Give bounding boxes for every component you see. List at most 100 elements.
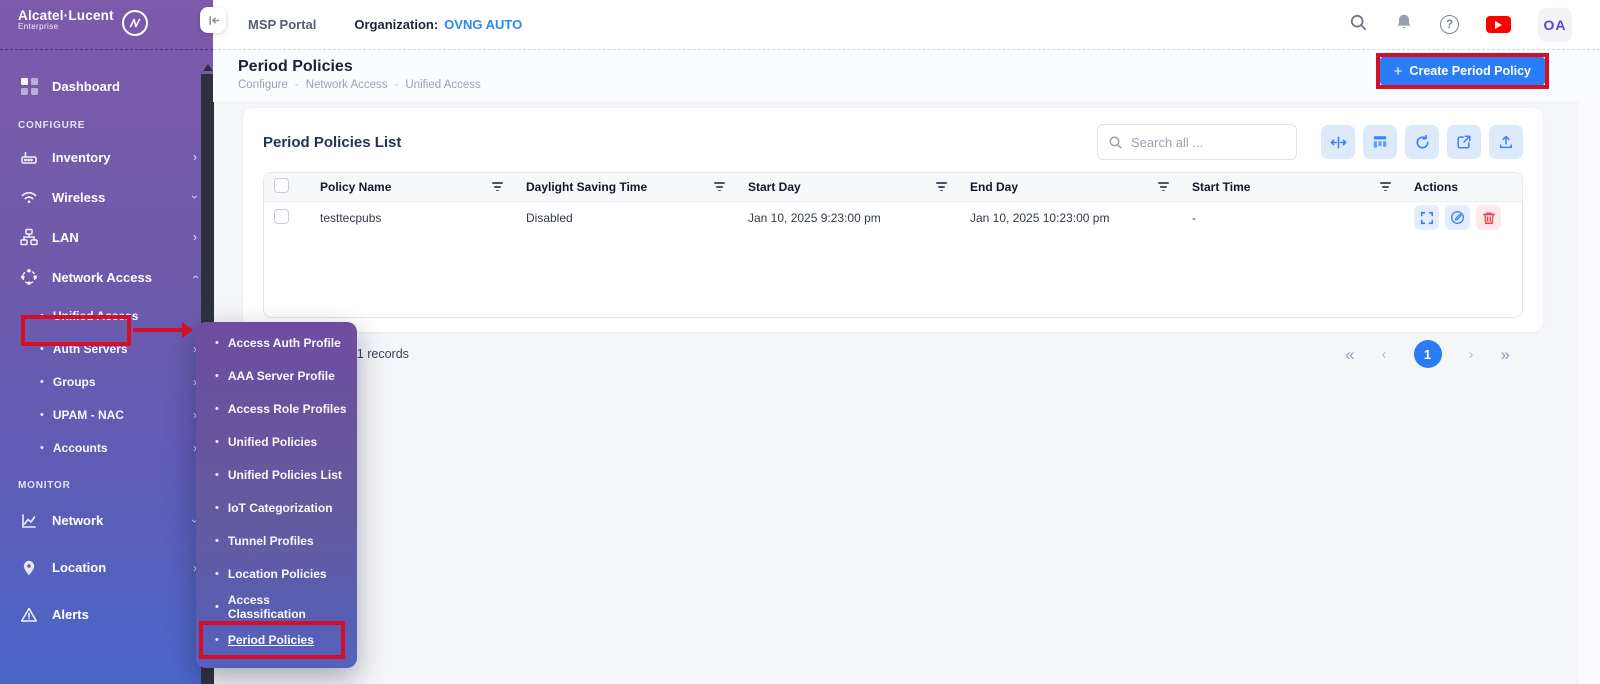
breadcrumb-network-access[interactable]: Network Access (306, 79, 406, 91)
table-header-row: Policy Name Daylight Saving Time Start D… (264, 173, 1522, 201)
table-row[interactable]: testtecpubs Disabled Jan 10, 2025 9:23:0… (264, 201, 1522, 234)
pagination-row: Showing 1 - 1 of 1 records 1 (263, 340, 1510, 368)
search-icon[interactable] (1349, 13, 1368, 37)
flyout-item-label: Access Classification (228, 593, 347, 621)
cell-policy-name: testtecpubs (310, 201, 516, 234)
export-button[interactable] (1447, 125, 1481, 159)
sidebar-item-label: Network (52, 513, 193, 528)
select-all-checkbox[interactable] (274, 178, 289, 193)
filter-icon[interactable] (933, 179, 950, 194)
create-button-label: Create Period Policy (1409, 64, 1531, 78)
youtube-icon[interactable] (1486, 16, 1511, 33)
create-period-policy-button[interactable]: Create Period Policy (1380, 57, 1545, 85)
page-header: Period Policies Configure Network Access… (213, 50, 1600, 102)
row-actions (1414, 205, 1512, 230)
alcatel-lucent-mark-icon (122, 10, 148, 36)
sidebar-scrollbar-arrow[interactable] (203, 64, 213, 71)
flyout-item-location-policies[interactable]: •Location Policies (196, 557, 357, 590)
last-page-icon[interactable] (1501, 346, 1510, 363)
alerts-warning-icon (18, 606, 40, 624)
filter-icon[interactable] (1155, 179, 1172, 194)
flyout-item-access-role-profiles[interactable]: •Access Role Profiles (196, 392, 357, 425)
sidebar: Alcatel·Lucent Enterprise Dashboard CONF… (0, 0, 213, 684)
dashboard-icon (18, 78, 40, 95)
search-all-box[interactable] (1097, 124, 1297, 160)
columns-button[interactable] (1363, 125, 1397, 159)
topbar: MSP Portal Organization: OVNG AUTO OA (213, 0, 1600, 50)
sidebar-item-location[interactable]: Location › (0, 544, 213, 591)
annotation-arrow (133, 328, 184, 332)
bullet-icon: • (215, 634, 219, 646)
user-avatar[interactable]: OA (1538, 8, 1572, 42)
flyout-item-unified-policies[interactable]: •Unified Policies (196, 425, 357, 458)
current-page-button[interactable]: 1 (1414, 340, 1442, 368)
bullet-icon: • (40, 343, 44, 355)
sidebar-item-upam-nac[interactable]: • UPAM - NAC › (0, 398, 213, 431)
notifications-bell-icon[interactable] (1395, 13, 1413, 36)
fit-columns-button[interactable] (1321, 125, 1355, 159)
chevron-down-icon: › (188, 195, 202, 199)
upload-icon (1498, 134, 1514, 150)
sidebar-item-wireless[interactable]: Wireless › (0, 177, 213, 217)
bullet-icon: • (40, 442, 44, 454)
sidebar-item-accounts[interactable]: • Accounts › (0, 431, 213, 464)
sidebar-item-groups[interactable]: • Groups › (0, 365, 213, 398)
collapse-left-icon (206, 13, 221, 28)
upload-button[interactable] (1489, 125, 1523, 159)
network-access-icon (18, 268, 40, 286)
column-header: Policy Name (320, 180, 391, 194)
expand-icon (1420, 211, 1434, 225)
filter-icon[interactable] (1377, 179, 1394, 194)
organization-value-link[interactable]: OVNG AUTO (444, 17, 522, 32)
sidebar-item-alerts[interactable]: Alerts (0, 591, 213, 638)
sidebar-item-label: Groups (53, 375, 193, 389)
breadcrumb-configure[interactable]: Configure (238, 79, 306, 91)
organization-label: Organization: (354, 17, 438, 32)
flyout-item-iot-categorization[interactable]: •IoT Categorization (196, 491, 357, 524)
row-checkbox[interactable] (274, 209, 289, 224)
first-page-icon[interactable] (1345, 346, 1354, 363)
breadcrumb-unified-access[interactable]: Unified Access (405, 79, 480, 91)
sidebar-item-label: Auth Servers (53, 342, 193, 356)
sidebar-item-lan[interactable]: LAN › (0, 217, 213, 257)
search-all-input[interactable] (1131, 135, 1286, 150)
flyout-item-label: Tunnel Profiles (228, 534, 314, 548)
bullet-icon: • (215, 403, 219, 415)
sidebar-item-label: Location (52, 560, 193, 575)
sidebar-nav: Dashboard CONFIGURE Inventory › Wireless… (0, 50, 213, 638)
flyout-item-unified-policies-list[interactable]: •Unified Policies List (196, 458, 357, 491)
section-label-monitor: MONITOR (0, 466, 213, 497)
expand-row-button[interactable] (1414, 205, 1439, 230)
sidebar-item-dashboard[interactable]: Dashboard (0, 66, 213, 106)
filter-icon[interactable] (711, 179, 728, 194)
msp-portal-link[interactable]: MSP Portal (248, 17, 316, 32)
edit-row-button[interactable] (1445, 205, 1470, 230)
brand-name: Alcatel·Lucent (18, 9, 114, 23)
column-header: Start Day (748, 180, 801, 194)
sidebar-collapse-button[interactable] (200, 7, 226, 33)
sidebar-item-inventory[interactable]: Inventory › (0, 137, 213, 177)
sidebar-item-network[interactable]: Network › (0, 497, 213, 544)
flyout-item-aaa-server-profile[interactable]: •AAA Server Profile (196, 359, 357, 392)
delete-row-button[interactable] (1476, 205, 1501, 230)
inventory-icon (18, 148, 40, 166)
refresh-button[interactable] (1405, 125, 1439, 159)
card-title: Period Policies List (263, 134, 401, 151)
bullet-icon: • (40, 310, 44, 322)
flyout-item-access-classification[interactable]: •Access Classification (196, 590, 357, 623)
flyout-item-period-policies[interactable]: •Period Policies (196, 623, 357, 656)
flyout-item-access-auth-profile[interactable]: •Access Auth Profile (196, 326, 357, 359)
cell-start-time: - (1182, 201, 1404, 234)
sidebar-item-network-access[interactable]: Network Access › (0, 257, 213, 297)
page-scrollbar-gutter[interactable] (1577, 102, 1600, 684)
column-header: Actions (1414, 180, 1458, 194)
flyout-item-label: Location Policies (228, 567, 327, 581)
help-icon[interactable] (1440, 15, 1459, 34)
previous-page-icon[interactable] (1382, 347, 1387, 362)
filter-icon[interactable] (489, 179, 506, 194)
open-in-new-icon (1456, 134, 1472, 150)
sidebar-item-label: Unified Access (53, 309, 197, 323)
flyout-item-tunnel-profiles[interactable]: •Tunnel Profiles (196, 524, 357, 557)
flyout-item-label: Access Auth Profile (228, 336, 341, 350)
next-page-icon[interactable] (1469, 347, 1474, 362)
